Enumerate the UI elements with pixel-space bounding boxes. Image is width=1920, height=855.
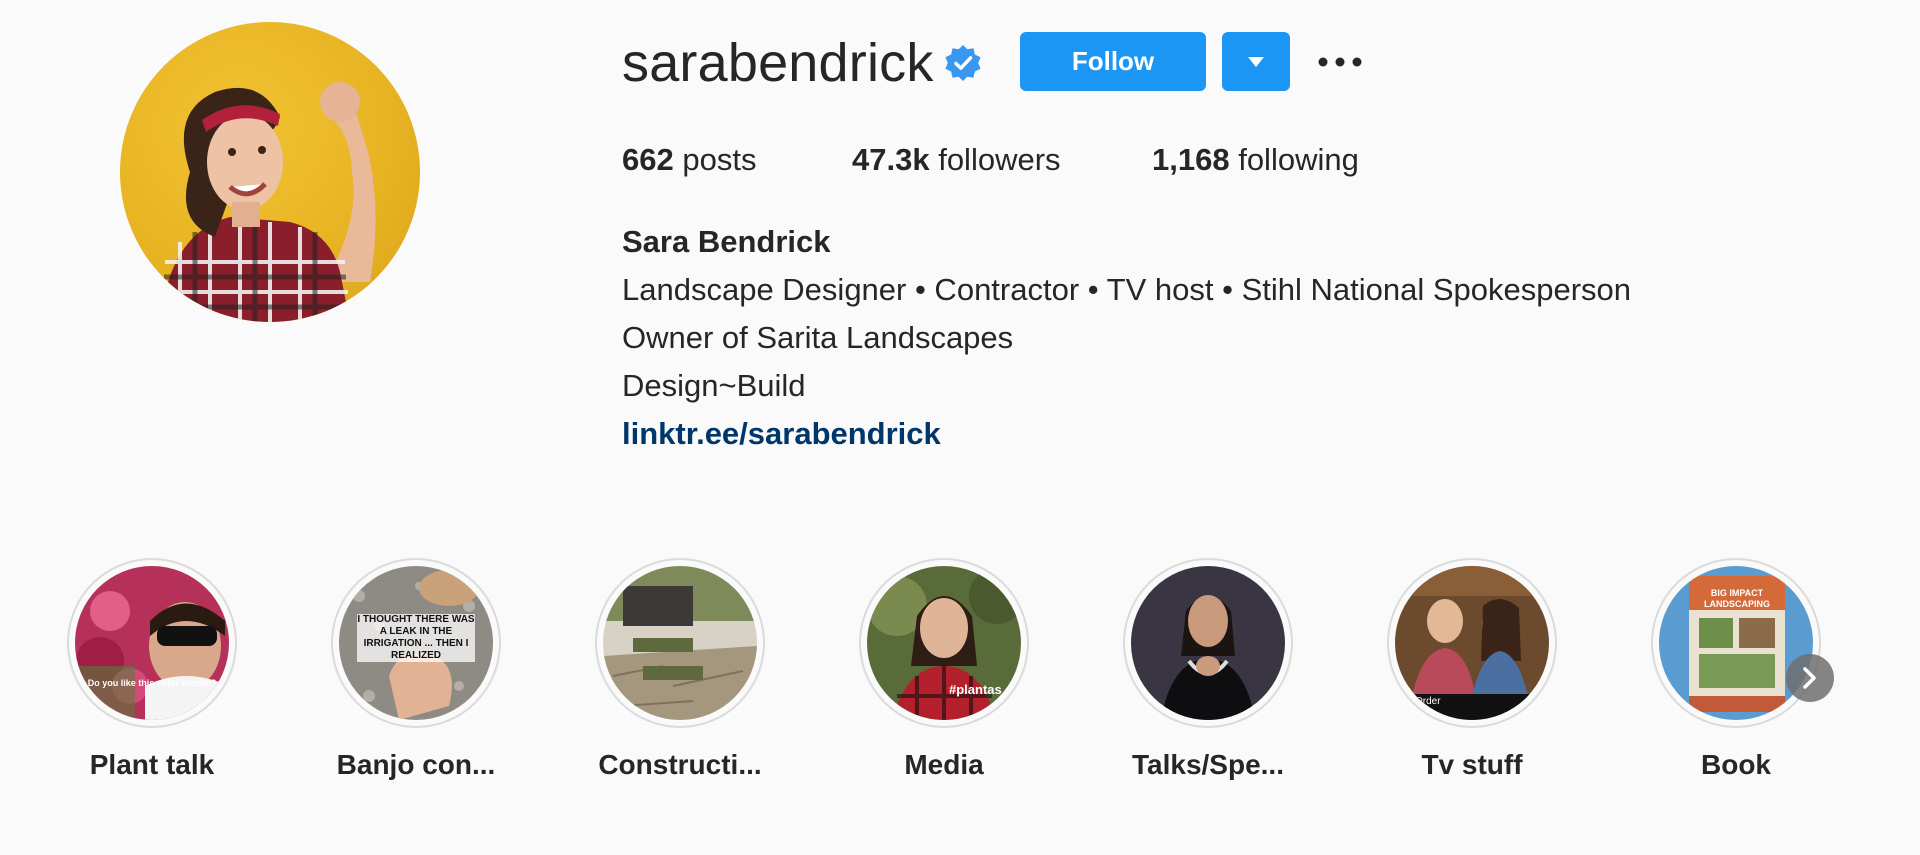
highlight-overlay-text: BIG IMPACT LANDSCAPING — [1703, 588, 1770, 609]
highlight-image: BIG IMPACT LANDSCAPING — [1659, 566, 1813, 720]
highlight-overlay-text: Order — [1415, 696, 1441, 707]
highlight-cover[interactable]: BIG IMPACT LANDSCAPING — [1651, 558, 1821, 728]
following-count-value: 1,168 — [1152, 142, 1230, 177]
highlight-cover[interactable]: I THOUGHT THERE WAS A LEAK IN THE IRRIGA… — [331, 558, 501, 728]
bio-line: Owner of Sarita Landscapes — [622, 320, 1014, 355]
highlight-label: Banjo con... — [336, 749, 496, 780]
highlight-label: Book — [1701, 749, 1771, 780]
highlight-cover[interactable]: Order — [1387, 558, 1557, 728]
bio-line: Landscape Designer • Contractor • TV hos… — [622, 272, 1632, 307]
posts-count-value: 662 — [622, 142, 674, 177]
highlight-label: Talks/Spe... — [1132, 749, 1284, 780]
highlight-image: I THOUGHT THERE WAS A LEAK IN THE IRRIGA… — [339, 566, 493, 720]
profile-username: sarabendrick — [622, 33, 934, 93]
followers-count-value: 47.3k — [852, 142, 930, 177]
highlight-cover[interactable]: #plantas — [859, 558, 1029, 728]
highlight-cover[interactable]: Do you like this color combo? — [67, 558, 237, 728]
highlight-overlay-text: #plantas — [949, 682, 1002, 697]
highlight-label: Plant talk — [89, 749, 215, 780]
highlight-image — [603, 566, 757, 720]
profile-page: sarabendrick Follow 662 posts 47.3k foll… — [0, 0, 1920, 855]
highlight-cover[interactable] — [595, 558, 765, 728]
chevron-right-icon — [1803, 667, 1816, 689]
highlight-label: Tv stuff — [1421, 749, 1523, 780]
highlight-image — [1131, 566, 1285, 720]
highlight-image: #plantas — [867, 566, 1021, 720]
highlight-overlay-text: Do you like this color combo? — [87, 678, 217, 688]
highlight-image: Order — [1395, 566, 1549, 720]
verified-badge-icon — [945, 44, 981, 82]
caret-down-icon — [1248, 56, 1264, 67]
followers-link[interactable]: 47.3k followers — [852, 140, 1061, 180]
more-options-button[interactable] — [1316, 42, 1364, 82]
bio-external-link[interactable]: linktr.ee/sarabendrick — [622, 414, 941, 454]
highlight-cover[interactable] — [1123, 558, 1293, 728]
highlight-label: Media — [904, 749, 984, 780]
suggested-dropdown-button[interactable] — [1222, 32, 1290, 91]
more-horizontal-icon — [1318, 57, 1362, 67]
avatar-photo — [160, 82, 376, 322]
following-count-label: following — [1238, 142, 1359, 177]
posts-count: 662 posts — [622, 140, 756, 180]
followers-count-label: followers — [938, 142, 1061, 177]
posts-count-label: posts — [682, 142, 757, 177]
highlight-image: Do you like this color combo? — [75, 566, 229, 720]
highlight-label: Constructi... — [598, 749, 762, 780]
highlight-overlay-text: I THOUGHT THERE WAS A LEAK IN THE IRRIGA… — [357, 614, 475, 662]
following-link[interactable]: 1,168 following — [1152, 140, 1359, 180]
profile-full-name: Sara Bendrick — [622, 224, 831, 259]
bio-line: Design~Build — [622, 368, 806, 403]
follow-button[interactable]: Follow — [1020, 32, 1206, 91]
highlights-next-button[interactable] — [1786, 654, 1834, 702]
profile-avatar[interactable] — [120, 22, 420, 322]
